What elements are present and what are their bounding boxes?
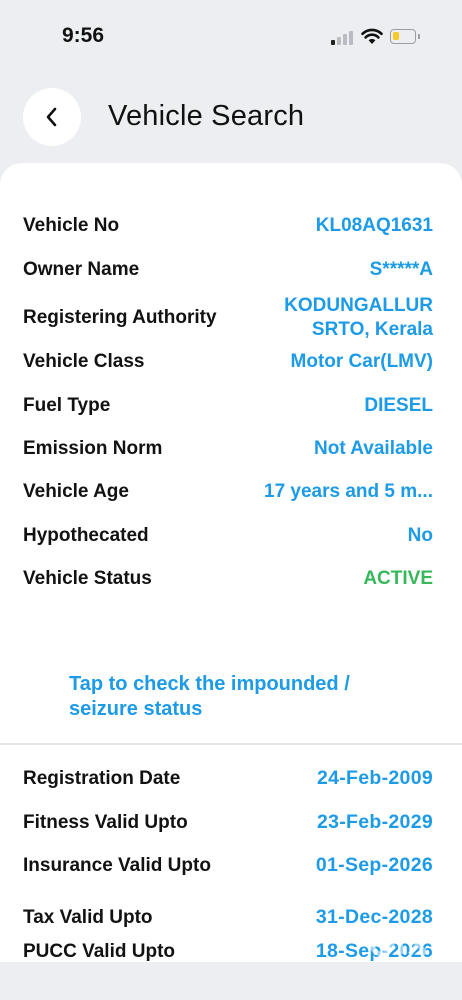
- olx-watermark-logo: [369, 930, 428, 957]
- detail-label: Registering Authority: [23, 307, 217, 328]
- vehicle-details-card: Vehicle No KL08AQ1631 Owner Name S*****A…: [0, 163, 462, 963]
- detail-row-owner-name: Owner Name S*****A: [23, 259, 433, 281]
- validity-value: 01-Sep-2026: [315, 854, 433, 876]
- detail-value: S*****A: [369, 259, 433, 280]
- detail-label: Owner Name: [23, 259, 140, 280]
- detail-label: Vehicle Status: [23, 568, 152, 589]
- detail-row-vehicle-age: Vehicle Age 17 years and 5 m...: [23, 481, 433, 503]
- detail-value: DIESEL: [364, 395, 433, 416]
- validity-row-fitness: Fitness Valid Upto 23-Feb-2029: [23, 811, 433, 834]
- detail-row-vehicle-status: Vehicle Status ACTIVE: [23, 568, 433, 590]
- detail-row-fuel-type: Fuel Type DIESEL: [23, 395, 433, 417]
- section-divider: [0, 743, 462, 745]
- validity-label: Insurance Valid Upto: [23, 854, 211, 876]
- detail-row-registering-authority: Registering Authority KODUNGALLUR SRTO, …: [23, 292, 433, 344]
- vehicle-search-screen: 9:56 Vehicle Search Vehicle No KL08AQ163…: [0, 0, 462, 1000]
- back-button[interactable]: [23, 88, 81, 146]
- cellular-signal-icon: [331, 30, 355, 45]
- battery-low-icon: [390, 29, 420, 44]
- status-time: 9:56: [62, 24, 105, 47]
- bottom-bar: [0, 962, 462, 1000]
- impound-status-link[interactable]: Tap to check the impounded / seizure sta…: [69, 672, 409, 722]
- detail-value: KODUNGALLUR SRTO, Kerala: [284, 295, 433, 340]
- validity-label: Registration Date: [23, 767, 181, 789]
- detail-row-hypothecated: Hypothecated No: [23, 525, 433, 547]
- detail-label: Emission Norm: [23, 438, 163, 459]
- validity-label: Tax Valid Upto: [23, 906, 153, 928]
- detail-label: Hypothecated: [23, 525, 149, 546]
- detail-label: Vehicle No: [23, 215, 120, 236]
- validity-value: 23-Feb-2029: [316, 811, 433, 833]
- validity-row-registration-date: Registration Date 24-Feb-2009: [23, 767, 433, 790]
- chevron-left-icon: [46, 107, 57, 127]
- validity-row-insurance: Insurance Valid Upto 01-Sep-2026: [23, 854, 433, 877]
- page-title: Vehicle Search: [108, 100, 305, 132]
- detail-value: Motor Car(LMV): [290, 351, 433, 372]
- validity-label: PUCC Valid Upto: [23, 940, 176, 962]
- status-badge: ACTIVE: [363, 568, 433, 589]
- detail-label: Vehicle Age: [23, 481, 129, 502]
- validity-value: 24-Feb-2009: [316, 767, 433, 789]
- status-bar: 9:56: [0, 0, 462, 70]
- detail-row-vehicle-no: Vehicle No KL08AQ1631: [23, 215, 433, 237]
- detail-value: No: [407, 525, 433, 546]
- detail-label: Fuel Type: [23, 395, 111, 416]
- detail-row-vehicle-class: Vehicle Class Motor Car(LMV): [23, 351, 433, 373]
- detail-value: KL08AQ1631: [315, 215, 433, 236]
- detail-label: Vehicle Class: [23, 351, 145, 372]
- wifi-icon: [361, 28, 383, 44]
- validity-label: Fitness Valid Upto: [23, 811, 188, 833]
- detail-value: Not Available: [314, 438, 433, 459]
- detail-value: 17 years and 5 m...: [264, 481, 433, 502]
- detail-row-emission-norm: Emission Norm Not Available: [23, 438, 433, 460]
